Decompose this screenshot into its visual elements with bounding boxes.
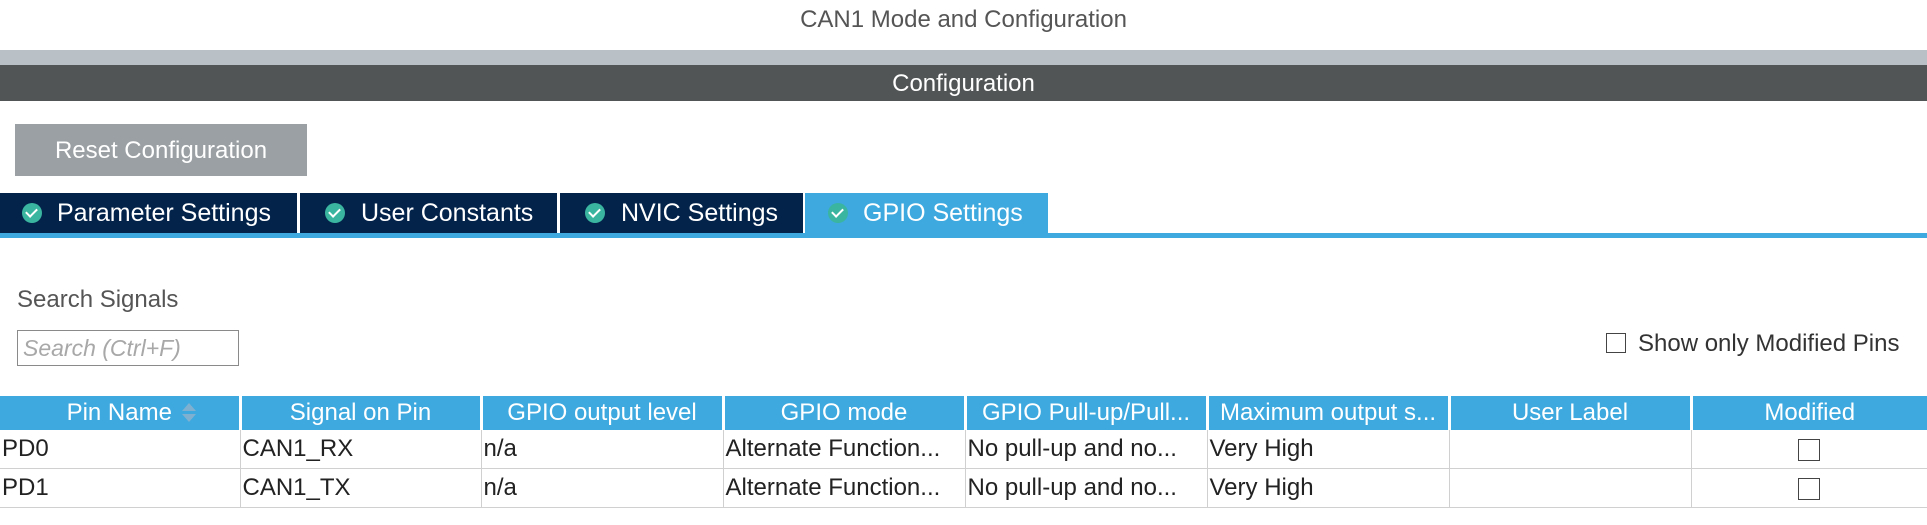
column-header-signal[interactable]: Signal on Pin bbox=[240, 396, 483, 430]
cell-user-label bbox=[1449, 430, 1692, 469]
cell-user-label bbox=[1449, 468, 1692, 508]
column-header-modified[interactable]: Modified bbox=[1691, 396, 1927, 430]
cell-pin: PD1 bbox=[0, 468, 241, 508]
table-row[interactable]: PD1 CAN1_TX n/a Alternate Function... No… bbox=[0, 468, 1927, 508]
tab-parameter-settings[interactable]: Parameter Settings bbox=[0, 193, 297, 233]
table-header-row: Pin Name Signal on Pin GPIO output level… bbox=[0, 396, 1927, 430]
cell-output-level: n/a bbox=[481, 468, 724, 508]
reset-configuration-button[interactable]: Reset Configuration bbox=[15, 124, 307, 176]
cell-gpio-mode: Alternate Function... bbox=[723, 468, 966, 508]
configuration-header: Configuration bbox=[0, 65, 1927, 101]
column-header-pin-name[interactable]: Pin Name bbox=[0, 396, 242, 430]
modified-checkbox[interactable] bbox=[1798, 438, 1821, 461]
cell-modified bbox=[1691, 430, 1927, 469]
tab-nvic-settings[interactable]: NVIC Settings bbox=[560, 193, 803, 233]
tab-label: NVIC Settings bbox=[621, 199, 779, 227]
column-header-pull[interactable]: GPIO Pull-up/Pull... bbox=[965, 396, 1209, 430]
cell-modified bbox=[1691, 468, 1927, 508]
tab-gpio-settings[interactable]: GPIO Settings bbox=[805, 193, 1048, 233]
tab-label: GPIO Settings bbox=[863, 199, 1023, 227]
tab-underline bbox=[0, 233, 1927, 238]
search-signals-label: Search Signals bbox=[17, 286, 179, 313]
search-input[interactable] bbox=[17, 330, 239, 366]
cell-max-speed: Very High bbox=[1207, 468, 1450, 508]
sort-icon[interactable] bbox=[181, 401, 196, 425]
check-circle-icon bbox=[828, 203, 848, 223]
column-header-output-level[interactable]: GPIO output level bbox=[481, 396, 725, 430]
tab-label: Parameter Settings bbox=[57, 199, 271, 227]
column-header-gpio-mode[interactable]: GPIO mode bbox=[723, 396, 967, 430]
cell-signal: CAN1_RX bbox=[240, 430, 482, 469]
modified-checkbox[interactable] bbox=[1798, 477, 1821, 500]
gpio-table: Pin Name Signal on Pin GPIO output level… bbox=[0, 396, 1927, 508]
show-modified-checkbox[interactable] bbox=[1606, 333, 1626, 353]
tab-user-constants[interactable]: User Constants bbox=[300, 193, 557, 233]
show-modified-label: Show only Modified Pins bbox=[1638, 330, 1900, 357]
cell-pull: No pull-up and no... bbox=[965, 430, 1208, 469]
cell-pull: No pull-up and no... bbox=[965, 468, 1208, 508]
cell-gpio-mode: Alternate Function... bbox=[723, 430, 966, 469]
column-header-label: Pin Name bbox=[66, 399, 172, 426]
divider-bar bbox=[0, 50, 1927, 65]
table-row[interactable]: PD0 CAN1_RX n/a Alternate Function... No… bbox=[0, 430, 1927, 469]
cell-output-level: n/a bbox=[481, 430, 724, 469]
cell-max-speed: Very High bbox=[1207, 430, 1450, 469]
cell-pin: PD0 bbox=[0, 430, 241, 469]
column-header-user-label[interactable]: User Label bbox=[1449, 396, 1693, 430]
check-circle-icon bbox=[585, 203, 605, 223]
tab-label: User Constants bbox=[361, 199, 534, 227]
check-circle-icon bbox=[22, 203, 42, 223]
check-circle-icon bbox=[325, 203, 345, 223]
column-header-max-speed[interactable]: Maximum output s... bbox=[1207, 396, 1451, 430]
window-title: CAN1 Mode and Configuration bbox=[800, 6, 1127, 33]
cell-signal: CAN1_TX bbox=[240, 468, 482, 508]
